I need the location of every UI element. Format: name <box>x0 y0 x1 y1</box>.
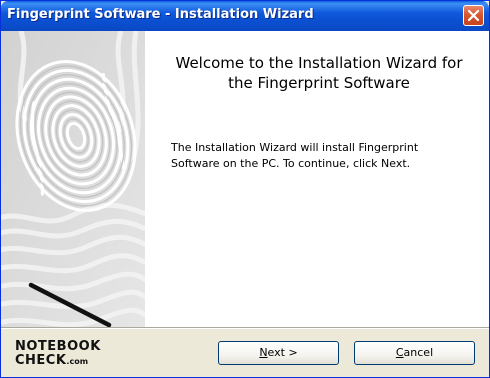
watermark-line2-main: CHECK <box>15 353 67 368</box>
close-button[interactable] <box>463 5 484 26</box>
button-bar: NOTEBOOK CHECK.com Next > Cancel <box>1 329 489 377</box>
welcome-description: The Installation Wizard will install Fin… <box>171 140 471 172</box>
welcome-panel: Welcome to the Installation Wizard for t… <box>145 31 489 327</box>
notebookcheck-watermark: NOTEBOOK CHECK.com <box>11 333 121 373</box>
next-mnemonic: N <box>259 346 268 359</box>
watermark-line2: CHECK.com <box>15 353 88 368</box>
welcome-heading-line1: Welcome to the Installation Wizard for <box>175 54 463 72</box>
installer-window: Fingerprint Software - Installation Wiza… <box>0 0 490 378</box>
window-title: Fingerprint Software - Installation Wiza… <box>7 7 314 22</box>
welcome-heading-line2: the Fingerprint Software <box>228 74 410 92</box>
next-label: ext > <box>267 346 298 359</box>
cancel-label: ancel <box>403 346 434 359</box>
next-button[interactable]: Next > <box>218 341 339 365</box>
fingerprint-banner <box>1 31 145 327</box>
close-x-icon <box>468 10 479 21</box>
cancel-button[interactable]: Cancel <box>354 341 475 365</box>
welcome-description-line2: Software on the PC. To continue, click N… <box>171 157 411 170</box>
welcome-description-line1: The Installation Wizard will install Fin… <box>171 141 419 154</box>
watermark-suffix: .com <box>66 357 89 366</box>
welcome-heading: Welcome to the Installation Wizard for t… <box>153 53 485 93</box>
title-bar[interactable]: Fingerprint Software - Installation Wiza… <box>1 1 489 31</box>
fingerprint-graphic <box>1 31 145 327</box>
cancel-mnemonic: C <box>395 346 404 359</box>
watermark-line1: NOTEBOOK <box>15 339 101 354</box>
